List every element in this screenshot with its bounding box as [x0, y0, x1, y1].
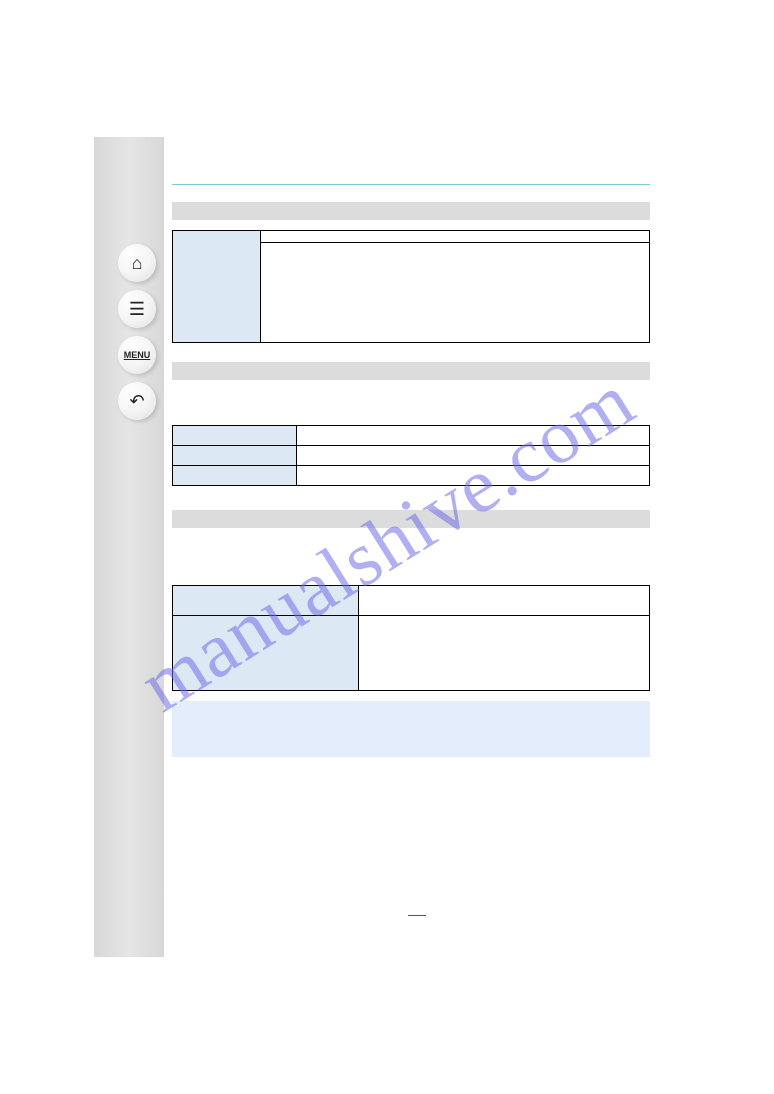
table-3-cell [359, 586, 650, 616]
table-2-header-cell [173, 426, 297, 446]
back-button[interactable]: ↶ [118, 382, 156, 420]
table-1 [172, 230, 650, 343]
back-icon: ↶ [129, 391, 144, 412]
table-3-cell [359, 616, 650, 691]
home-icon: ⌂ [132, 253, 143, 274]
section-header-1 [172, 202, 650, 220]
table-3 [172, 585, 650, 691]
table-3-header-cell [173, 616, 359, 691]
section-header-2 [172, 362, 650, 380]
note-block [172, 701, 650, 757]
menu-label: MENU [124, 350, 151, 360]
table-3-header-cell [173, 586, 359, 616]
table-1-header-cell [173, 231, 261, 343]
menu-button[interactable]: MENU [118, 336, 156, 374]
header-rule [172, 184, 650, 185]
list-button[interactable]: ☰ [118, 290, 156, 328]
home-button[interactable]: ⌂ [118, 244, 156, 282]
table-2-cell [297, 426, 650, 446]
page-number-tick [408, 915, 426, 916]
table-2-header-cell [173, 446, 297, 466]
table-1-cell [261, 231, 650, 243]
list-icon: ☰ [129, 299, 145, 320]
section-header-3 [172, 510, 650, 528]
nav-button-group: ⌂ ☰ MENU ↶ [118, 244, 160, 420]
table-2 [172, 425, 650, 486]
table-1-cell [261, 243, 650, 343]
table-2-cell [297, 466, 650, 486]
table-2-cell [297, 446, 650, 466]
table-2-header-cell [173, 466, 297, 486]
